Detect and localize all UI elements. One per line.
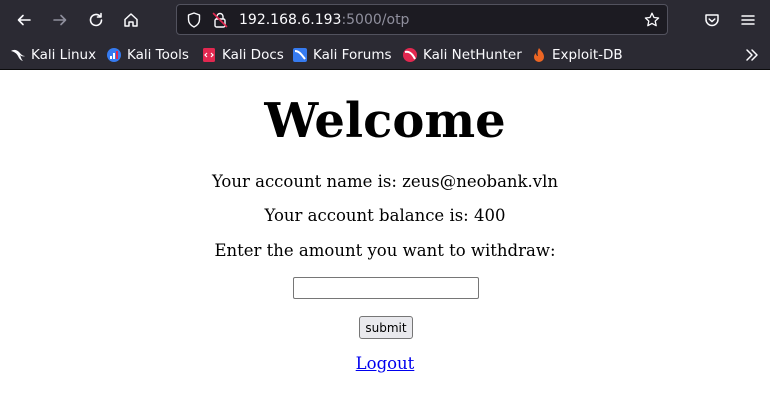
- address-bar[interactable]: 192.168.6.193:5000/otp: [176, 4, 668, 35]
- home-icon: [124, 13, 138, 27]
- back-button[interactable]: [10, 6, 38, 34]
- withdraw-prompt-text: Enter the amount you want to withdraw:: [214, 241, 556, 260]
- bookmark-label: Kali Forums: [313, 47, 392, 63]
- kali-forums-icon: [293, 48, 307, 62]
- browser-toolbar: 192.168.6.193:5000/otp: [0, 0, 770, 40]
- reload-icon: [89, 12, 103, 27]
- hamburger-menu-icon: [741, 15, 755, 25]
- bookmarks-toolbar: Kali Linux Kali Tools Kali Docs Kali For…: [0, 40, 770, 70]
- bookmark-kali-tools[interactable]: Kali Tools: [106, 46, 189, 64]
- arrow-left-icon: [17, 14, 31, 26]
- exploit-db-icon: [534, 48, 544, 62]
- page-content: Welcome Your account name is: zeus@neoba…: [0, 71, 770, 403]
- bookmark-kali-linux[interactable]: Kali Linux: [10, 46, 96, 64]
- home-button[interactable]: [117, 6, 145, 34]
- reload-button[interactable]: [82, 6, 110, 34]
- kali-nethunter-icon: [403, 48, 417, 62]
- bookmark-label: Exploit-DB: [552, 47, 623, 63]
- submit-button[interactable]: submit: [359, 316, 413, 339]
- url-path: :5000/otp: [341, 12, 410, 28]
- logout-link[interactable]: Logout: [356, 354, 415, 373]
- account-name-text: Your account name is: zeus@neobank.vln: [211, 172, 559, 191]
- url-host: 192.168.6.193: [239, 12, 342, 28]
- bookmark-label: Kali Docs: [222, 47, 284, 63]
- bookmark-label: Kali NetHunter: [423, 47, 522, 63]
- bookmark-kali-nethunter[interactable]: Kali NetHunter: [402, 46, 522, 64]
- bookmark-exploit-db[interactable]: Exploit-DB: [531, 46, 623, 64]
- forward-button[interactable]: [46, 6, 74, 34]
- kali-dragon-icon: [11, 49, 25, 61]
- shield-icon[interactable]: [185, 11, 203, 29]
- bookmark-label: Kali Tools: [127, 47, 189, 63]
- bookmark-star-icon[interactable]: [643, 11, 661, 29]
- withdraw-amount-input[interactable]: [293, 277, 479, 299]
- kali-docs-icon: [203, 48, 215, 62]
- kali-tools-icon: [107, 48, 121, 62]
- app-menu-button[interactable]: [734, 6, 762, 34]
- bookmark-label: Kali Linux: [31, 47, 97, 63]
- pocket-button[interactable]: [698, 6, 726, 34]
- chevron-double-right-icon[interactable]: [744, 47, 760, 63]
- arrow-right-icon: [53, 14, 67, 26]
- account-balance-text: Your account balance is: 400: [264, 206, 506, 225]
- bookmark-kali-forums[interactable]: Kali Forums: [292, 46, 392, 64]
- page-title: Welcome: [264, 93, 506, 149]
- insecure-lock-icon[interactable]: [211, 11, 229, 29]
- pocket-icon: [705, 14, 719, 27]
- logout-container: Logout: [0, 354, 770, 374]
- url-text[interactable]: 192.168.6.193:5000/otp: [239, 12, 409, 29]
- bookmark-kali-docs[interactable]: Kali Docs: [201, 46, 284, 64]
